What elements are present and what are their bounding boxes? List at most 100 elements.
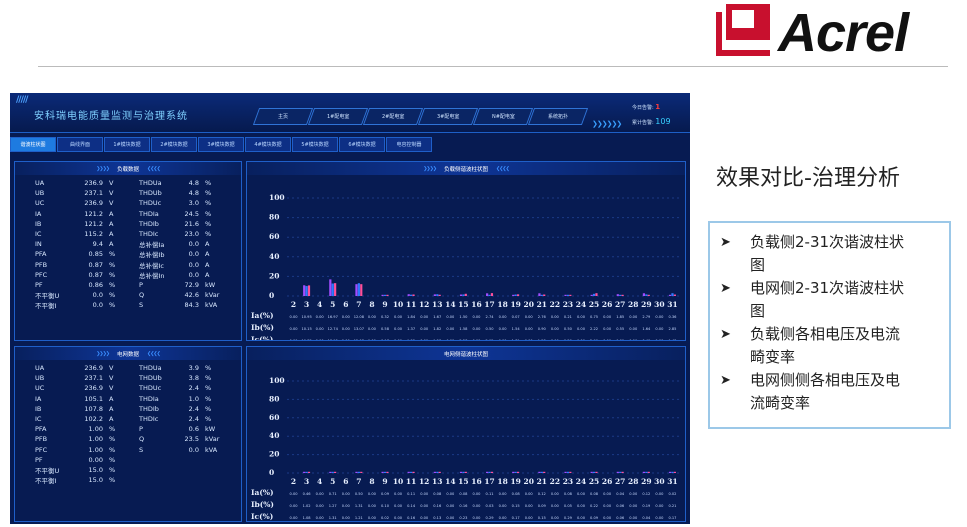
tab-5[interactable]: 4#模块数据 bbox=[245, 137, 291, 152]
bar-ic bbox=[464, 471, 467, 473]
bar-ia bbox=[668, 294, 672, 296]
cell-u: % bbox=[109, 250, 116, 259]
bar-ia bbox=[407, 294, 410, 296]
cell-u: V bbox=[109, 384, 114, 393]
cell-u2: A bbox=[205, 250, 210, 259]
x-tick-label: 29 bbox=[641, 300, 651, 309]
cell-n: PF bbox=[35, 455, 43, 464]
cell-v: 0.00 bbox=[88, 455, 103, 464]
value-label: 0.00 bbox=[577, 504, 586, 508]
bar-ia bbox=[381, 471, 384, 473]
analysis-item-line1: 电网侧2-31次谐波柱状 bbox=[750, 279, 905, 297]
bar-ia bbox=[538, 293, 541, 296]
cell-v: 0.0 bbox=[92, 291, 103, 300]
analysis-item-line1: 负载侧各相电压及电流 bbox=[750, 325, 901, 343]
system-title: 安科瑞电能质量监测与治理系统 bbox=[34, 111, 188, 122]
cell-n: IB bbox=[35, 219, 42, 228]
value-label: 0.00 bbox=[629, 339, 638, 340]
bar-ia bbox=[329, 471, 332, 473]
value-label: 0.75 bbox=[590, 315, 598, 319]
bar-ic bbox=[490, 293, 494, 296]
bar-ia bbox=[564, 471, 567, 473]
cell-u2: % bbox=[205, 374, 212, 383]
nav-button-4[interactable]: N#配电室 bbox=[472, 108, 534, 125]
cell-u: V bbox=[109, 199, 114, 208]
value-label: 0.00 bbox=[420, 504, 429, 508]
cell-u: V bbox=[109, 179, 114, 188]
value-label: 0.00 bbox=[551, 339, 560, 340]
bar-ic bbox=[673, 294, 676, 296]
tab-7[interactable]: 6#模块数据 bbox=[339, 137, 385, 152]
data-row: UA 236.9 V THDUa 4.8% bbox=[35, 178, 217, 188]
bar-ic bbox=[647, 471, 650, 473]
x-tick-label: 20 bbox=[524, 477, 534, 486]
analysis-item: ➤ 负载侧2-31次谐波柱状图 bbox=[720, 231, 939, 277]
value-label: 0.03 bbox=[486, 504, 494, 508]
data-row: PFA 1.00% P 0.6 kW bbox=[35, 424, 217, 434]
nav-button-2[interactable]: 2#配电室 bbox=[362, 108, 424, 125]
load-data-panel: ❯❯❯❯ 负载数据 ❮❮❮❮ UA 236.9 V THDUa 4.8% UB 237.1 V TH… bbox=[14, 161, 242, 341]
cell-n2: 总补偿Ic bbox=[139, 261, 164, 270]
cell-u2: kW bbox=[205, 425, 216, 434]
value-label: 0.00 bbox=[394, 315, 403, 319]
cell-u2: kW bbox=[205, 280, 216, 289]
value-label: 0.08 bbox=[512, 492, 521, 496]
value-label: 0.02 bbox=[381, 516, 389, 520]
data-row: IA 121.2 A THDIa 24.5% bbox=[35, 209, 217, 219]
tab-2[interactable]: 1#模块数据 bbox=[104, 137, 150, 152]
bar-ib bbox=[514, 294, 517, 296]
cell-v2: 23.5 bbox=[184, 435, 199, 444]
load-panel-title: 负载数据 bbox=[116, 166, 139, 173]
cell-u2: kVar bbox=[205, 435, 220, 444]
value-label: 2.90 bbox=[590, 339, 599, 340]
cell-v: 115.2 bbox=[84, 230, 103, 239]
nav-button-1[interactable]: 1#配电室 bbox=[307, 108, 369, 125]
value-label: 0.00 bbox=[525, 492, 534, 496]
bar-ib bbox=[436, 471, 439, 473]
tab-0[interactable]: 谐波柱状图 bbox=[10, 137, 56, 152]
x-tick-label: 12 bbox=[419, 477, 429, 486]
nav-button-0[interactable]: 主页 bbox=[252, 108, 314, 125]
cell-n: IA bbox=[35, 209, 42, 218]
cell-v: 0.86 bbox=[88, 280, 103, 289]
x-tick-label: 30 bbox=[654, 477, 664, 486]
cell-n: UB bbox=[35, 374, 45, 383]
value-label: 0.00 bbox=[368, 327, 377, 331]
bar-ic bbox=[386, 471, 389, 473]
value-label: 0.09 bbox=[538, 504, 547, 508]
cell-n2: P bbox=[139, 425, 143, 434]
value-label: 0.32 bbox=[381, 315, 389, 319]
data-row: PF 0.86% P 72.9 kW bbox=[35, 280, 217, 290]
bar-ic bbox=[334, 471, 337, 473]
value-label: 2.95 bbox=[486, 339, 494, 340]
bar-ic bbox=[307, 285, 311, 296]
cell-u2: % bbox=[205, 415, 212, 424]
tab-1[interactable]: 曲线界面 bbox=[57, 137, 103, 152]
bar-ic bbox=[334, 283, 337, 296]
cell-v2: 23.0 bbox=[184, 230, 199, 239]
value-label: 0.00 bbox=[420, 516, 429, 520]
tab-8[interactable]: 电容控制器 bbox=[386, 137, 432, 152]
analysis-item: ➤ 电网侧侧各相电压及电 流畸变率 bbox=[720, 369, 939, 415]
x-tick-label: 9 bbox=[382, 477, 387, 486]
cell-n: 不平衡I bbox=[35, 302, 57, 311]
cell-n2: THDIa bbox=[139, 394, 159, 403]
value-label: 2.22 bbox=[590, 327, 598, 331]
x-tick-label: 23 bbox=[563, 477, 573, 486]
x-tick-label: 9 bbox=[382, 300, 387, 309]
value-label: 2.85 bbox=[668, 327, 676, 331]
bar-ia bbox=[486, 293, 489, 296]
bar-ic bbox=[360, 471, 363, 473]
nav-button-5[interactable]: 系统拓扑 bbox=[527, 108, 589, 125]
tab-4[interactable]: 3#模块数据 bbox=[198, 137, 244, 152]
cell-v: 121.2 bbox=[84, 209, 103, 218]
nav-button-3[interactable]: 3#配电室 bbox=[417, 108, 479, 125]
cell-u: V bbox=[109, 189, 114, 198]
tab-6[interactable]: 5#模块数据 bbox=[292, 137, 338, 152]
bar-ia bbox=[616, 471, 619, 473]
bar-ic bbox=[621, 294, 624, 296]
value-label: 16.97 bbox=[328, 315, 338, 319]
x-tick-label: 11 bbox=[406, 477, 416, 486]
tab-3[interactable]: 2#模块数据 bbox=[151, 137, 197, 152]
value-label: 0.00 bbox=[525, 315, 534, 319]
